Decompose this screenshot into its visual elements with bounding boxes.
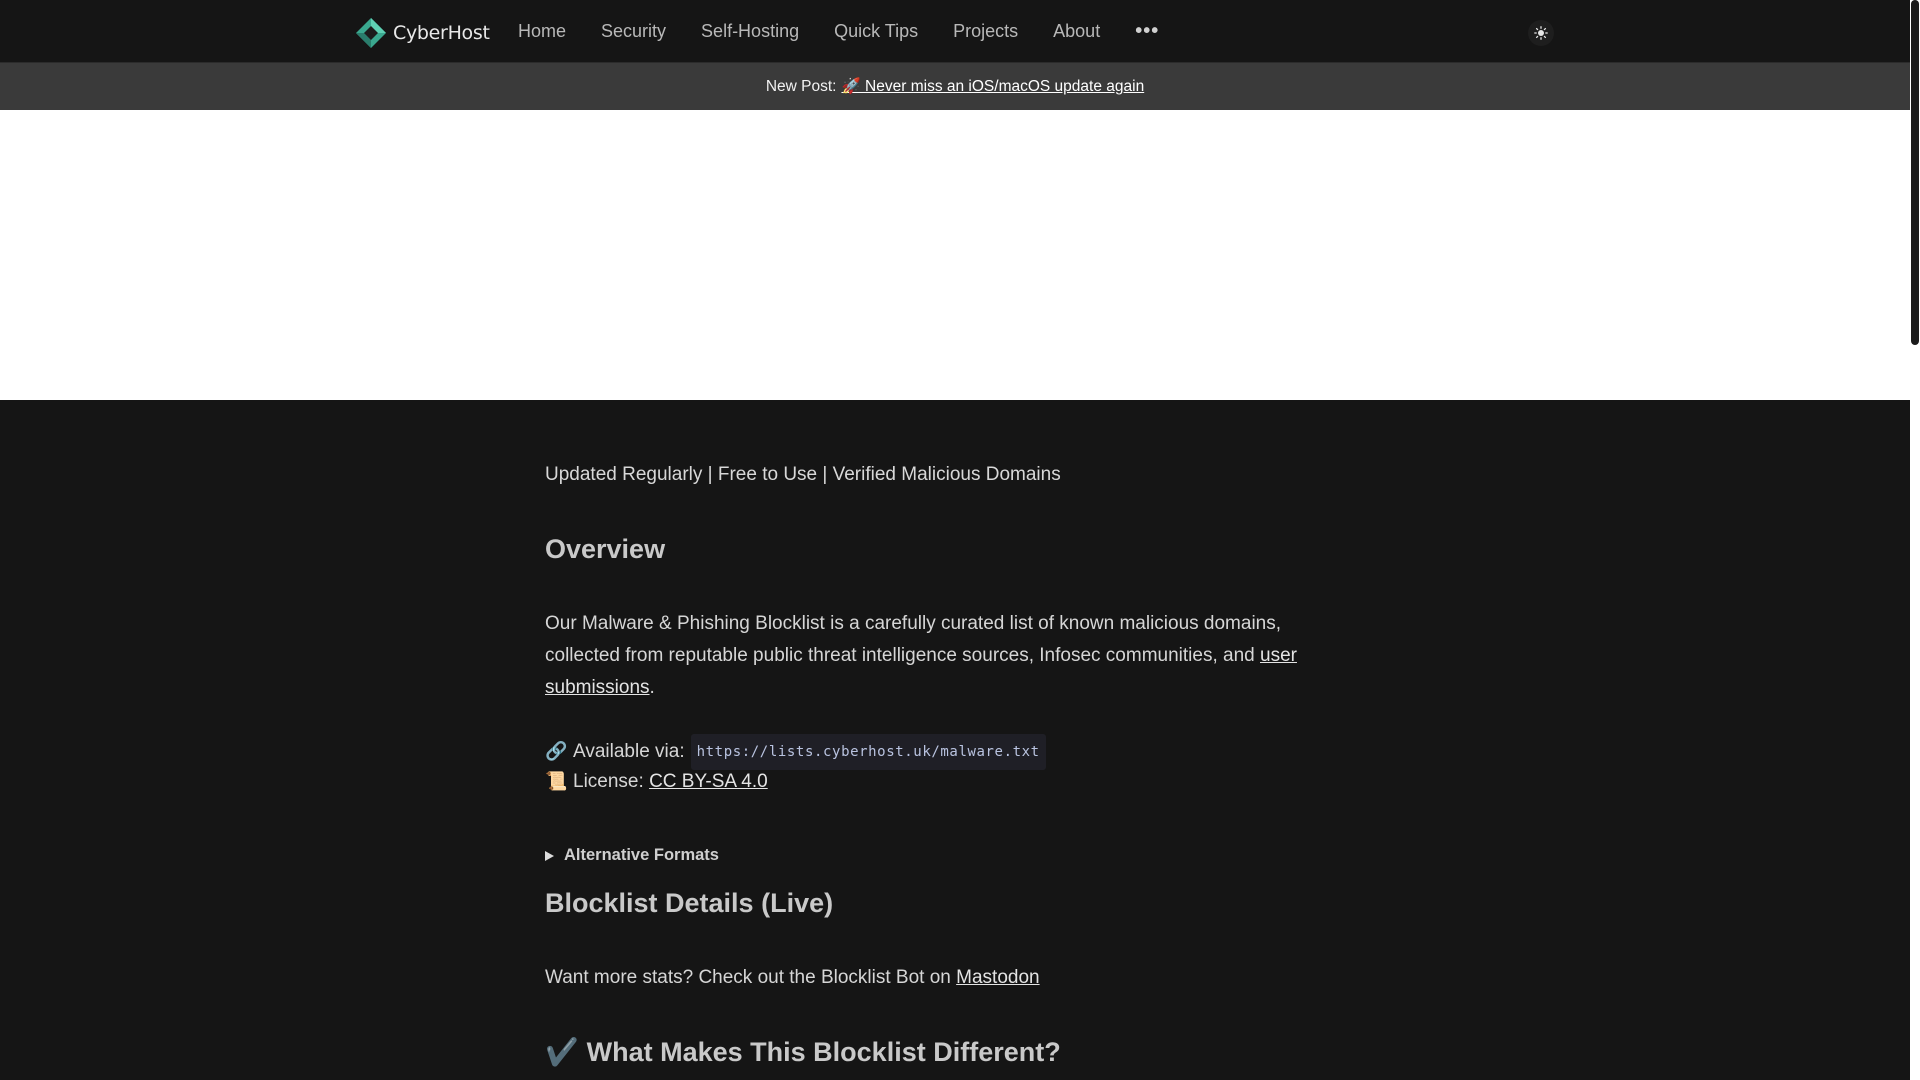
brand-link[interactable]: CyberHost: [355, 17, 490, 49]
announcement-link[interactable]: 🚀 Never miss an iOS/macOS update again: [841, 77, 1144, 96]
license-label: License:: [573, 771, 644, 792]
tagline: Updated Regularly | Free to Use | Verifi…: [545, 464, 1061, 485]
what-makes-different-text: What Makes This Blocklist Different?: [586, 1037, 1061, 1067]
page: CyberHost Home Security Self-Hosting Qui…: [0, 0, 1910, 1080]
announcement-prefix: New Post:: [765, 77, 837, 95]
available-label: Available via:: [573, 741, 685, 762]
stats-paragraph: Want more stats? Check out the Blocklist…: [545, 962, 1040, 994]
disclosure-triangle-icon: [545, 850, 554, 861]
nav-quick-tips[interactable]: Quick Tips: [834, 21, 918, 42]
more-menu-button[interactable]: •••: [1135, 20, 1159, 43]
stats-text: Want more stats? Check out the Blocklist…: [545, 967, 957, 988]
overview-text-1: Our Malware & Phishing Blocklist is a ca…: [545, 613, 1282, 666]
overview-heading: Overview: [545, 534, 666, 564]
scroll-icon: 📜: [545, 771, 568, 792]
nav-about[interactable]: About: [1053, 21, 1100, 42]
alternative-formats-label: Alternative Formats: [564, 846, 719, 864]
blocklist-details-heading: Blocklist Details (Live): [545, 888, 834, 918]
overview-text-2: .: [649, 677, 655, 698]
checkmark-icon: ✔️: [545, 1037, 579, 1068]
hero-banner-area: [0, 110, 1910, 400]
what-makes-different-heading: ✔️ What Makes This Blocklist Different?: [545, 1036, 1061, 1068]
scrollbar-thumb[interactable]: [1911, 0, 1919, 345]
license-link[interactable]: CC BY-SA 4.0: [649, 766, 768, 798]
nav-self-hosting[interactable]: Self-Hosting: [701, 21, 799, 42]
theme-toggle-button[interactable]: [1528, 20, 1554, 46]
brand-name: CyberHost: [393, 22, 490, 44]
sun-icon: [1534, 26, 1548, 40]
cyberhost-logo-icon: [356, 18, 386, 48]
nav-projects[interactable]: Projects: [953, 21, 1018, 42]
alternative-formats-toggle[interactable]: Alternative Formats: [545, 846, 719, 865]
blocklist-url[interactable]: https://lists.cyberhost.uk/malware.txt: [690, 734, 1046, 770]
announcement-bar: New Post: 🚀 Never miss an iOS/macOS upda…: [0, 63, 1910, 110]
main-nav: Home Security Self-Hosting Quick Tips Pr…: [518, 0, 1194, 62]
nav-security[interactable]: Security: [601, 21, 666, 42]
link-icon: 🔗: [545, 741, 568, 762]
nav-home[interactable]: Home: [518, 21, 566, 42]
license-row: 📜 License: CC BY-SA 4.0: [545, 766, 768, 798]
browser-viewport: CyberHost Home Security Self-Hosting Qui…: [0, 0, 1920, 1080]
available-via-row: 🔗 Available via: https://lists.cyberhost…: [545, 734, 1046, 770]
navbar: CyberHost Home Security Self-Hosting Qui…: [0, 0, 1910, 63]
overview-paragraph: Our Malware & Phishing Blocklist is a ca…: [545, 608, 1345, 704]
mastodon-link[interactable]: Mastodon: [956, 967, 1039, 988]
